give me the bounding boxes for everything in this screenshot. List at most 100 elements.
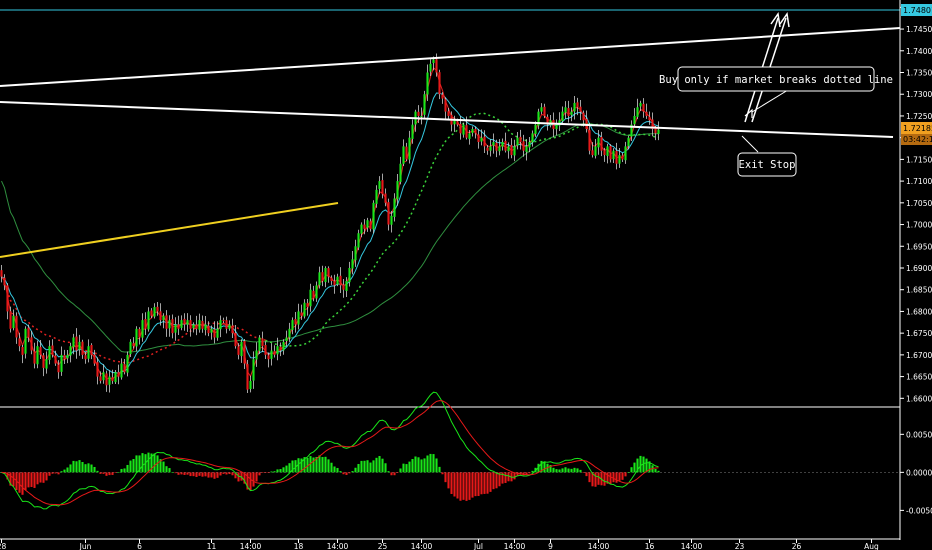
candle-body	[174, 324, 177, 333]
time-tick-label: 9	[548, 542, 553, 550]
candle-body	[291, 320, 294, 330]
macd-histogram-bar	[324, 456, 327, 473]
candle-body	[195, 324, 198, 329]
current-price-tag[interactable]: 1.72185 03:42:17	[901, 122, 932, 145]
candle-body	[156, 306, 159, 312]
candle-body	[483, 136, 486, 147]
macd-histogram-bar	[72, 460, 75, 473]
time-tick-label: 14:00	[504, 542, 526, 550]
candle-body	[648, 116, 651, 121]
candle-body	[207, 325, 210, 334]
callout-buy[interactable]: Buy only if market breaks dotted line	[659, 66, 893, 92]
candle-body	[6, 285, 9, 312]
candle-body	[315, 285, 318, 299]
candle-body	[297, 311, 300, 325]
macd-histogram-bar	[621, 472, 624, 480]
macd-histogram-bar	[132, 458, 135, 473]
candle-body	[183, 318, 186, 325]
macd-histogram-bar	[618, 472, 621, 481]
candle-body	[186, 320, 189, 325]
macd-histogram-bar	[435, 458, 438, 473]
macd-histogram-bar	[423, 458, 426, 473]
alert-price-tag[interactable]: 1.74801	[901, 4, 932, 16]
macd-histogram-bar	[60, 471, 63, 473]
candle-body	[600, 136, 603, 151]
time-tick-label: 23	[735, 542, 745, 550]
candle-body	[597, 137, 600, 148]
chart: Buy only if market breaks dotted line Ex…	[0, 0, 932, 550]
candle-body	[579, 106, 582, 112]
macd-histogram-bar	[153, 453, 156, 473]
macd-histogram-bar	[81, 461, 84, 473]
macd-histogram-bar	[354, 467, 357, 473]
candle-body	[327, 268, 330, 277]
candle-body	[426, 72, 429, 95]
macd-histogram-bar	[441, 472, 444, 475]
candle-body	[366, 220, 369, 228]
candle-body	[324, 267, 327, 283]
candle-body	[306, 303, 309, 308]
macd-histogram-bar	[270, 471, 273, 473]
candle-body	[57, 364, 60, 373]
macd-histogram-bar	[87, 463, 90, 473]
candle-body	[588, 130, 591, 151]
candle-body	[45, 359, 48, 369]
candle-body	[582, 112, 585, 121]
macd-histogram-bar	[447, 472, 450, 489]
macd-histogram-bar	[45, 472, 48, 481]
macd-histogram-bar	[615, 472, 618, 483]
candle-body	[111, 377, 114, 381]
candle-body	[417, 111, 420, 116]
macd-histogram-bar	[321, 457, 324, 473]
candle-body	[636, 107, 639, 117]
macd-histogram-bar	[639, 455, 642, 473]
candle-body	[618, 155, 621, 164]
time-tick-label: 14:00	[588, 542, 610, 550]
macd-histogram-bar	[438, 466, 441, 473]
candle-body	[303, 302, 306, 317]
macd-histogram-bar	[249, 472, 252, 491]
macd-histogram-bar	[378, 456, 381, 473]
macd-histogram-bar	[114, 472, 117, 473]
macd-histogram-bar	[66, 467, 69, 473]
macd-histogram-bar	[198, 472, 201, 476]
candle-body	[12, 315, 15, 329]
candle-body	[330, 277, 333, 282]
candle-body	[522, 141, 525, 151]
macd-histogram-bar	[48, 472, 51, 476]
candle-body	[177, 324, 180, 329]
macd-histogram-bar	[444, 472, 447, 483]
candle-body	[132, 343, 135, 347]
candle-body	[465, 125, 468, 138]
macd-tick-label: 0.0000	[906, 468, 932, 477]
macd-histogram-bar	[168, 468, 171, 473]
price-tick-label: 1.73500	[906, 69, 932, 78]
candle-body	[525, 146, 528, 152]
macd-histogram-bar	[630, 467, 633, 473]
candle-body	[165, 315, 168, 329]
macd-histogram-bar	[558, 469, 561, 473]
candle-body	[3, 277, 6, 286]
macd-histogram-bar	[36, 472, 39, 485]
candle-body	[609, 145, 612, 160]
candle-body	[531, 133, 534, 143]
candle-body	[594, 146, 597, 156]
macd-histogram-bar	[342, 472, 345, 475]
macd-histogram-bar	[216, 472, 219, 478]
candle-body	[372, 202, 375, 230]
macd-histogram-bar	[564, 467, 567, 473]
candle	[423, 90, 426, 119]
candle-body	[396, 181, 399, 200]
macd-histogram-bar	[126, 464, 129, 473]
callout-exit-stop[interactable]: Exit Stop	[737, 152, 797, 177]
macd-histogram-bar	[318, 455, 321, 473]
candle-body	[222, 319, 225, 321]
macd-histogram-bar	[180, 472, 183, 475]
candle-body	[144, 318, 147, 329]
macd-histogram-bar	[588, 472, 591, 483]
candle-body	[348, 267, 351, 283]
macd-histogram-bar	[363, 460, 366, 473]
candle-body	[15, 315, 18, 338]
macd-histogram-bar	[480, 472, 483, 495]
macd-histogram-bar	[42, 472, 45, 483]
